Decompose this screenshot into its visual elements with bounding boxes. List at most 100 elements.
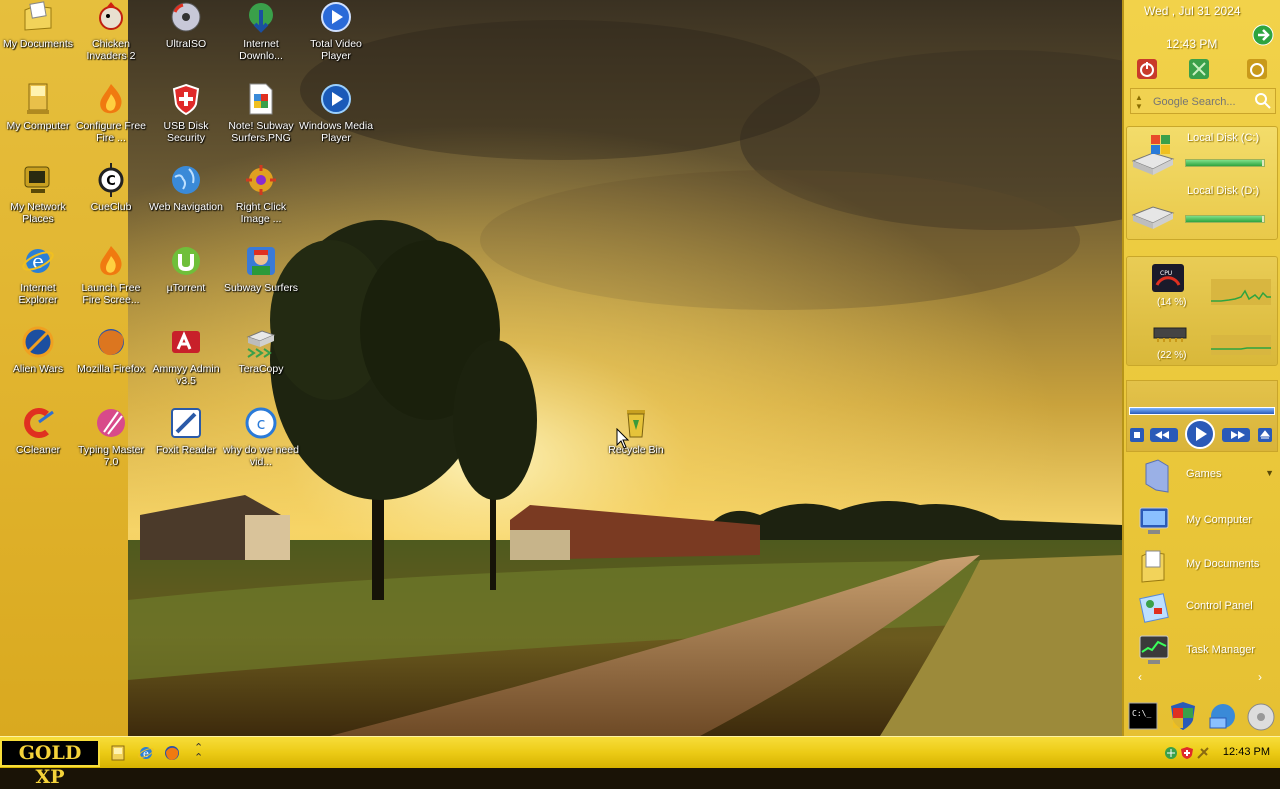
desktop-icon-label: Typing Master 7.0 xyxy=(78,444,144,468)
dropdown-arrow-icon[interactable]: ▼ xyxy=(1265,468,1274,478)
stop-icon[interactable] xyxy=(1129,427,1145,443)
desktop-icon-mozilla-firefox[interactable]: Mozilla Firefox xyxy=(73,325,149,403)
desktop-icon-label: Foxit Reader xyxy=(155,444,217,456)
desktop-icon-label: Launch Free Fire Scree... xyxy=(81,282,141,306)
desktop-icon-usb-disk-security[interactable]: USB Disk Security xyxy=(148,82,224,160)
desktop-icon-my-documents[interactable]: My Documents xyxy=(0,0,76,78)
desktop-icon-label: Mozilla Firefox xyxy=(77,363,145,375)
desktop-icon-label: µTorrent xyxy=(166,282,206,294)
internet-explorer-icon[interactable]: e xyxy=(138,745,154,761)
cd-drive-icon[interactable] xyxy=(1246,702,1276,732)
desktop-icon-internet-download-manager[interactable]: Internet Downlo... xyxy=(223,0,299,78)
desktop-icon-subway-surfers[interactable]: Subway Surfers xyxy=(223,244,299,322)
command-prompt-icon[interactable]: C:\_ xyxy=(1128,702,1158,730)
desktop-icon-label: Internet Explorer xyxy=(18,282,58,306)
desktop-icon-chicken-invaders[interactable]: Chicken Invaders 2 xyxy=(73,0,149,78)
sidebar-item-label: My Documents xyxy=(1186,558,1260,570)
tray-shield-icon[interactable] xyxy=(1180,746,1194,760)
desktop-icon-my-network-places[interactable]: My Network Places xyxy=(0,163,76,241)
desktop-icon-windows-media-player[interactable]: Windows Media Player xyxy=(298,82,374,160)
scroll-arrows-icon[interactable]: ▲ ▼ xyxy=(1135,93,1143,111)
sidebar-item-games[interactable]: Games ▼ xyxy=(1130,456,1274,496)
disk-c-bar xyxy=(1185,159,1265,167)
desktop-icon-note-subway-surfers-png[interactable]: Note! Subway Surfers.PNG xyxy=(223,82,299,160)
foxit-reader-icon xyxy=(171,408,201,438)
desktop-icon-foxit-reader[interactable]: Foxit Reader xyxy=(148,406,224,484)
my-documents-icon xyxy=(1141,550,1165,583)
sidebar-item-label: Control Panel xyxy=(1186,600,1253,612)
png-file-icon xyxy=(249,83,273,115)
media-seek-bar[interactable] xyxy=(1129,407,1275,415)
chevron-expand-icon[interactable]: ⌃ ⌃ xyxy=(194,742,203,763)
security-shield-icon[interactable] xyxy=(1168,700,1198,732)
desktop-icon-ultraiso[interactable]: UltraISO xyxy=(148,0,224,78)
arrow-right-icon[interactable] xyxy=(1252,24,1274,46)
typing-master-icon xyxy=(97,409,125,437)
scroll-left-icon[interactable]: ‹ xyxy=(1138,670,1142,684)
lock-icon[interactable] xyxy=(1188,58,1210,80)
desktop-icon-label: Chicken Invaders 2 xyxy=(86,38,136,62)
desktop-icon-alien-wars[interactable]: Alien Wars xyxy=(0,325,76,403)
cpu-graph xyxy=(1211,279,1271,305)
desktop-icon-right-click-image[interactable]: Right Click Image ... xyxy=(223,163,299,241)
sidebar-item-control-panel[interactable]: Control Panel xyxy=(1130,588,1274,628)
mouse-cursor-icon xyxy=(616,428,630,449)
scroll-right-icon[interactable]: › xyxy=(1258,670,1262,684)
media-player-gadget xyxy=(1126,380,1278,452)
disk-c-bar-fill xyxy=(1186,160,1263,166)
desktop-icon-configure-free-fire[interactable]: Configure Free Fire ... xyxy=(73,82,149,160)
utorrent-icon xyxy=(172,247,200,275)
desktop-icon-total-video-player[interactable]: Total Video Player xyxy=(298,0,374,78)
desktop-icon-label: Alien Wars xyxy=(12,363,64,375)
disk-d-bar xyxy=(1185,215,1265,223)
my-computer-icon xyxy=(27,83,49,114)
sidebar-time: 12:43 PM xyxy=(1166,37,1218,51)
next-track-icon[interactable] xyxy=(1221,427,1251,443)
desktop-icon-ammyy-admin[interactable]: Ammyy Admin v3.5 xyxy=(148,325,224,403)
desktop-icon-label: Web Navigation xyxy=(149,201,223,213)
total-video-player-icon xyxy=(321,2,351,32)
sidebar-item-label: My Computer xyxy=(1186,514,1253,526)
power-icon[interactable] xyxy=(1136,58,1158,80)
desktop-icon-internet-explorer[interactable]: e Internet Explorer xyxy=(0,244,76,322)
google-search-input[interactable] xyxy=(1151,92,1257,112)
desktop-icon-recycle-bin[interactable]: Recycle Bin xyxy=(598,406,674,484)
desktop-icon-utorrent[interactable]: µTorrent xyxy=(148,244,224,322)
free-fire-icon xyxy=(100,246,122,276)
svg-text:c: c xyxy=(257,414,266,433)
previous-track-icon[interactable] xyxy=(1149,427,1179,443)
task-manager-icon xyxy=(1139,635,1169,664)
desktop-icon-cueclub[interactable]: C CueClub xyxy=(73,163,149,241)
teracopy-icon xyxy=(246,330,276,358)
desktop-icon-why-do-we-need[interactable]: c why do we need vid... xyxy=(223,406,299,484)
start-button[interactable]: GOLD XP xyxy=(0,739,100,788)
taskbar-clock[interactable]: 12:43 PM xyxy=(1223,746,1270,758)
desktop-icon-label: CueClub xyxy=(90,201,132,213)
play-icon[interactable] xyxy=(1185,419,1215,449)
search-icon[interactable] xyxy=(1254,92,1272,110)
eject-icon[interactable] xyxy=(1257,427,1273,443)
desktop-icon-teracopy[interactable]: TeraCopy xyxy=(223,325,299,403)
desktop-icon-my-computer[interactable]: My Computer xyxy=(0,82,76,160)
windows-drive-icon xyxy=(1131,135,1175,175)
cpu-gauge-icon: CPU xyxy=(1152,264,1184,292)
restart-icon[interactable] xyxy=(1246,58,1268,80)
svg-text:C:\_: C:\_ xyxy=(1132,709,1151,718)
tray-tools-icon[interactable] xyxy=(1196,746,1210,760)
cpu-percent: (14 %) xyxy=(1157,297,1187,308)
sidebar-item-task-manager[interactable]: Task Manager xyxy=(1130,632,1274,672)
sidebar-item-my-computer[interactable]: My Computer xyxy=(1130,502,1274,542)
desktop-icon-launch-free-fire[interactable]: Launch Free Fire Scree... xyxy=(73,244,149,322)
ammyy-admin-icon xyxy=(172,331,200,353)
globe-icon xyxy=(172,166,200,194)
google-search-box[interactable]: ▲ ▼ xyxy=(1130,88,1276,114)
desktop-icon-ccleaner[interactable]: CCleaner xyxy=(0,406,76,484)
tray-network-icon[interactable] xyxy=(1164,746,1178,760)
internet-explorer-icon: e xyxy=(22,249,54,273)
desktop-icon-typing-master[interactable]: Typing Master 7.0 xyxy=(73,406,149,484)
sidebar-item-my-documents[interactable]: My Documents xyxy=(1130,546,1274,586)
show-desktop-icon[interactable] xyxy=(110,744,126,762)
firefox-icon[interactable] xyxy=(164,745,180,761)
desktop-icon-web-navigation[interactable]: Web Navigation xyxy=(148,163,224,241)
network-icon[interactable] xyxy=(1206,700,1240,732)
